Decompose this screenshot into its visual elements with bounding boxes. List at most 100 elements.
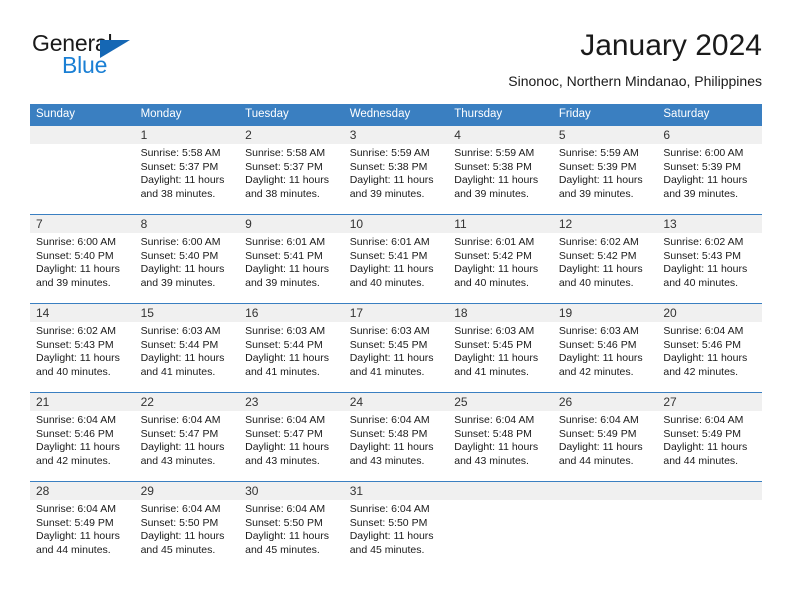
daylight-text: Daylight: 11 hours and 39 minutes. (454, 174, 539, 200)
calendar-header-row: Sunday Monday Tuesday Wednesday Thursday… (30, 104, 762, 126)
calendar-day-cell[interactable]: 19 Sunrise: 6:03 AM Sunset: 5:46 PM Dayligh… (552, 303, 658, 393)
day-number: 4 (448, 126, 553, 144)
daylight-text: Daylight: 11 hours and 39 minutes. (245, 263, 329, 289)
weekday-header-wednesday: Wednesday (343, 104, 449, 126)
daylight-text: Daylight: 11 hours and 38 minutes. (245, 174, 329, 200)
calendar-day-cell[interactable]: 31 Sunrise: 6:04 AM Sunset: 5:50 PM Dayligh… (343, 481, 449, 571)
page-title: January 2024 (580, 29, 762, 62)
day-details: Sunrise: 6:04 AM Sunset: 5:46 PM Daylight:… (30, 411, 135, 468)
day-cell-inner: 8 Sunrise: 6:00 AM Sunset: 5:40 PM Daylight… (134, 215, 240, 303)
calendar-day-cell[interactable]: 28 Sunrise: 6:04 AM Sunset: 5:49 PM Dayligh… (30, 481, 135, 571)
day-details: Sunrise: 6:04 AM Sunset: 5:47 PM Daylight:… (135, 411, 240, 468)
day-details: Sunrise: 6:02 AM Sunset: 5:43 PM Daylight:… (30, 322, 135, 379)
day-number: 17 (343, 304, 449, 322)
calendar-day-cell[interactable]: 29 Sunrise: 6:04 AM Sunset: 5:50 PM Dayligh… (134, 481, 240, 571)
sunrise-text: Sunrise: 6:04 AM (558, 414, 639, 426)
day-number: 2 (239, 126, 344, 144)
calendar-day-cell[interactable]: 14 Sunrise: 6:02 AM Sunset: 5:43 PM Dayligh… (30, 303, 135, 393)
calendar-day-cell[interactable]: 21 Sunrise: 6:04 AM Sunset: 5:46 PM Dayligh… (30, 392, 135, 482)
calendar-day-cell[interactable]: 3 Sunrise: 5:59 AM Sunset: 5:38 PM Daylight… (343, 125, 449, 215)
day-details: Sunrise: 5:58 AM Sunset: 5:37 PM Daylight:… (239, 144, 344, 201)
day-details: Sunrise: 6:04 AM Sunset: 5:50 PM Daylight:… (135, 500, 240, 557)
day-number: 8 (134, 215, 240, 233)
calendar-day-cell[interactable]: 25 Sunrise: 6:04 AM Sunset: 5:48 PM Dayligh… (448, 392, 553, 482)
sunrise-text: Sunrise: 6:04 AM (245, 503, 326, 515)
daylight-text: Daylight: 11 hours and 39 minutes. (36, 263, 120, 289)
day-cell-inner: 28 Sunrise: 6:04 AM Sunset: 5:49 PM Dayligh… (30, 482, 135, 571)
day-details: Sunrise: 6:03 AM Sunset: 5:45 PM Daylight:… (344, 322, 449, 379)
day-details: Sunrise: 6:01 AM Sunset: 5:41 PM Daylight:… (344, 233, 449, 290)
calendar-day-cell[interactable]: 11 Sunrise: 6:01 AM Sunset: 5:42 PM Dayligh… (448, 214, 553, 304)
calendar-day-cell[interactable]: 2 Sunrise: 5:58 AM Sunset: 5:37 PM Daylight… (239, 125, 344, 215)
sunset-text: Sunset: 5:42 PM (454, 249, 532, 262)
day-number (657, 482, 762, 500)
calendar-day-cell[interactable]: 13 Sunrise: 6:02 AM Sunset: 5:43 PM Dayligh… (657, 214, 762, 304)
calendar-day-cell[interactable]: 23 Sunrise: 6:04 AM Sunset: 5:47 PM Dayligh… (239, 392, 344, 482)
day-cell-inner: 23 Sunrise: 6:04 AM Sunset: 5:47 PM Dayligh… (239, 393, 344, 481)
day-details: Sunrise: 6:03 AM Sunset: 5:44 PM Daylight:… (135, 322, 240, 379)
calendar-day-cell[interactable]: 16 Sunrise: 6:03 AM Sunset: 5:44 PM Dayligh… (239, 303, 344, 393)
day-details: Sunrise: 6:04 AM Sunset: 5:49 PM Daylight:… (657, 411, 762, 468)
day-details: Sunrise: 6:01 AM Sunset: 5:42 PM Daylight:… (448, 233, 553, 290)
calendar-day-cell[interactable]: 17 Sunrise: 6:03 AM Sunset: 5:45 PM Dayligh… (343, 303, 449, 393)
calendar-day-cell[interactable]: 27 Sunrise: 6:04 AM Sunset: 5:49 PM Dayligh… (657, 392, 762, 482)
day-details: Sunrise: 6:04 AM Sunset: 5:50 PM Daylight:… (239, 500, 344, 557)
day-cell-inner: 21 Sunrise: 6:04 AM Sunset: 5:46 PM Dayligh… (30, 393, 135, 481)
day-cell-inner: 17 Sunrise: 6:03 AM Sunset: 5:45 PM Dayligh… (343, 304, 449, 392)
calendar-day-cell[interactable]: 15 Sunrise: 6:03 AM Sunset: 5:44 PM Dayligh… (134, 303, 240, 393)
day-cell-inner (30, 126, 135, 214)
daylight-text: Daylight: 11 hours and 42 minutes. (663, 352, 748, 378)
sunset-text: Sunset: 5:38 PM (454, 160, 532, 173)
daylight-text: Daylight: 11 hours and 43 minutes. (245, 441, 329, 467)
day-number (552, 482, 658, 500)
calendar-day-cell[interactable]: 22 Sunrise: 6:04 AM Sunset: 5:47 PM Dayligh… (134, 392, 240, 482)
day-cell-inner: 4 Sunrise: 5:59 AM Sunset: 5:38 PM Daylight… (448, 126, 553, 214)
calendar-day-cell[interactable]: 1 Sunrise: 5:58 AM Sunset: 5:37 PM Daylight… (134, 125, 240, 215)
daylight-text: Daylight: 11 hours and 42 minutes. (558, 352, 643, 378)
calendar-day-cell[interactable]: 26 Sunrise: 6:04 AM Sunset: 5:49 PM Dayligh… (552, 392, 658, 482)
calendar-day-cell[interactable]: 10 Sunrise: 6:01 AM Sunset: 5:41 PM Dayligh… (343, 214, 449, 304)
calendar-cell-empty (30, 125, 135, 215)
daylight-text: Daylight: 11 hours and 41 minutes. (140, 352, 225, 378)
daylight-text: Daylight: 11 hours and 43 minutes. (454, 441, 539, 467)
sunset-text: Sunset: 5:50 PM (349, 516, 428, 529)
calendar-day-cell[interactable]: 30 Sunrise: 6:04 AM Sunset: 5:50 PM Dayligh… (239, 481, 344, 571)
daylight-text: Daylight: 11 hours and 44 minutes. (36, 530, 120, 556)
daylight-text: Daylight: 11 hours and 41 minutes. (454, 352, 539, 378)
sunset-text: Sunset: 5:46 PM (663, 338, 742, 351)
daylight-text: Daylight: 11 hours and 39 minutes. (140, 263, 225, 289)
day-number: 31 (343, 482, 449, 500)
sunrise-text: Sunrise: 6:03 AM (454, 325, 535, 337)
daylight-text: Daylight: 11 hours and 44 minutes. (558, 441, 643, 467)
calendar-day-cell[interactable]: 24 Sunrise: 6:04 AM Sunset: 5:48 PM Dayligh… (343, 392, 449, 482)
day-details: Sunrise: 6:04 AM Sunset: 5:46 PM Daylight:… (657, 322, 762, 379)
sunset-text: Sunset: 5:48 PM (454, 427, 532, 440)
calendar-day-cell[interactable]: 9 Sunrise: 6:01 AM Sunset: 5:41 PM Daylight… (239, 214, 344, 304)
day-details: Sunrise: 6:03 AM Sunset: 5:44 PM Daylight:… (239, 322, 344, 379)
calendar-day-cell[interactable]: 7 Sunrise: 6:00 AM Sunset: 5:40 PM Daylight… (30, 214, 135, 304)
calendar-day-cell[interactable]: 6 Sunrise: 6:00 AM Sunset: 5:39 PM Daylight… (657, 125, 762, 215)
day-details: Sunrise: 6:04 AM Sunset: 5:50 PM Daylight:… (344, 500, 449, 557)
weekday-header-friday: Friday (552, 104, 658, 126)
weekday-header-sunday: Sunday (30, 104, 135, 126)
sunset-text: Sunset: 5:39 PM (663, 160, 742, 173)
sunrise-text: Sunrise: 6:02 AM (663, 236, 744, 248)
day-details: Sunrise: 6:02 AM Sunset: 5:43 PM Daylight:… (657, 233, 762, 290)
calendar-day-cell[interactable]: 12 Sunrise: 6:02 AM Sunset: 5:42 PM Dayligh… (552, 214, 658, 304)
sunrise-text: Sunrise: 6:04 AM (140, 414, 221, 426)
calendar-day-cell[interactable]: 5 Sunrise: 5:59 AM Sunset: 5:39 PM Daylight… (552, 125, 658, 215)
day-number: 29 (134, 482, 240, 500)
daylight-text: Daylight: 11 hours and 40 minutes. (663, 263, 748, 289)
calendar-day-cell[interactable]: 4 Sunrise: 5:59 AM Sunset: 5:38 PM Daylight… (448, 125, 553, 215)
daylight-text: Daylight: 11 hours and 41 minutes. (349, 352, 434, 378)
weekday-header-monday: Monday (134, 104, 240, 126)
calendar-week-row: 28 Sunrise: 6:04 AM Sunset: 5:49 PM Dayligh… (30, 481, 762, 571)
calendar-day-cell[interactable]: 20 Sunrise: 6:04 AM Sunset: 5:46 PM Dayligh… (657, 303, 762, 393)
calendar-day-cell[interactable]: 18 Sunrise: 6:03 AM Sunset: 5:45 PM Dayligh… (448, 303, 553, 393)
logo-text-blue: Blue (62, 52, 108, 78)
daylight-text: Daylight: 11 hours and 39 minutes. (558, 174, 643, 200)
calendar-day-cell[interactable]: 8 Sunrise: 6:00 AM Sunset: 5:40 PM Daylight… (134, 214, 240, 304)
general-blue-logo[interactable]: General Blue (32, 30, 252, 86)
day-cell-inner: 6 Sunrise: 6:00 AM Sunset: 5:39 PM Daylight… (657, 126, 762, 214)
daylight-text: Daylight: 11 hours and 40 minutes. (558, 263, 643, 289)
